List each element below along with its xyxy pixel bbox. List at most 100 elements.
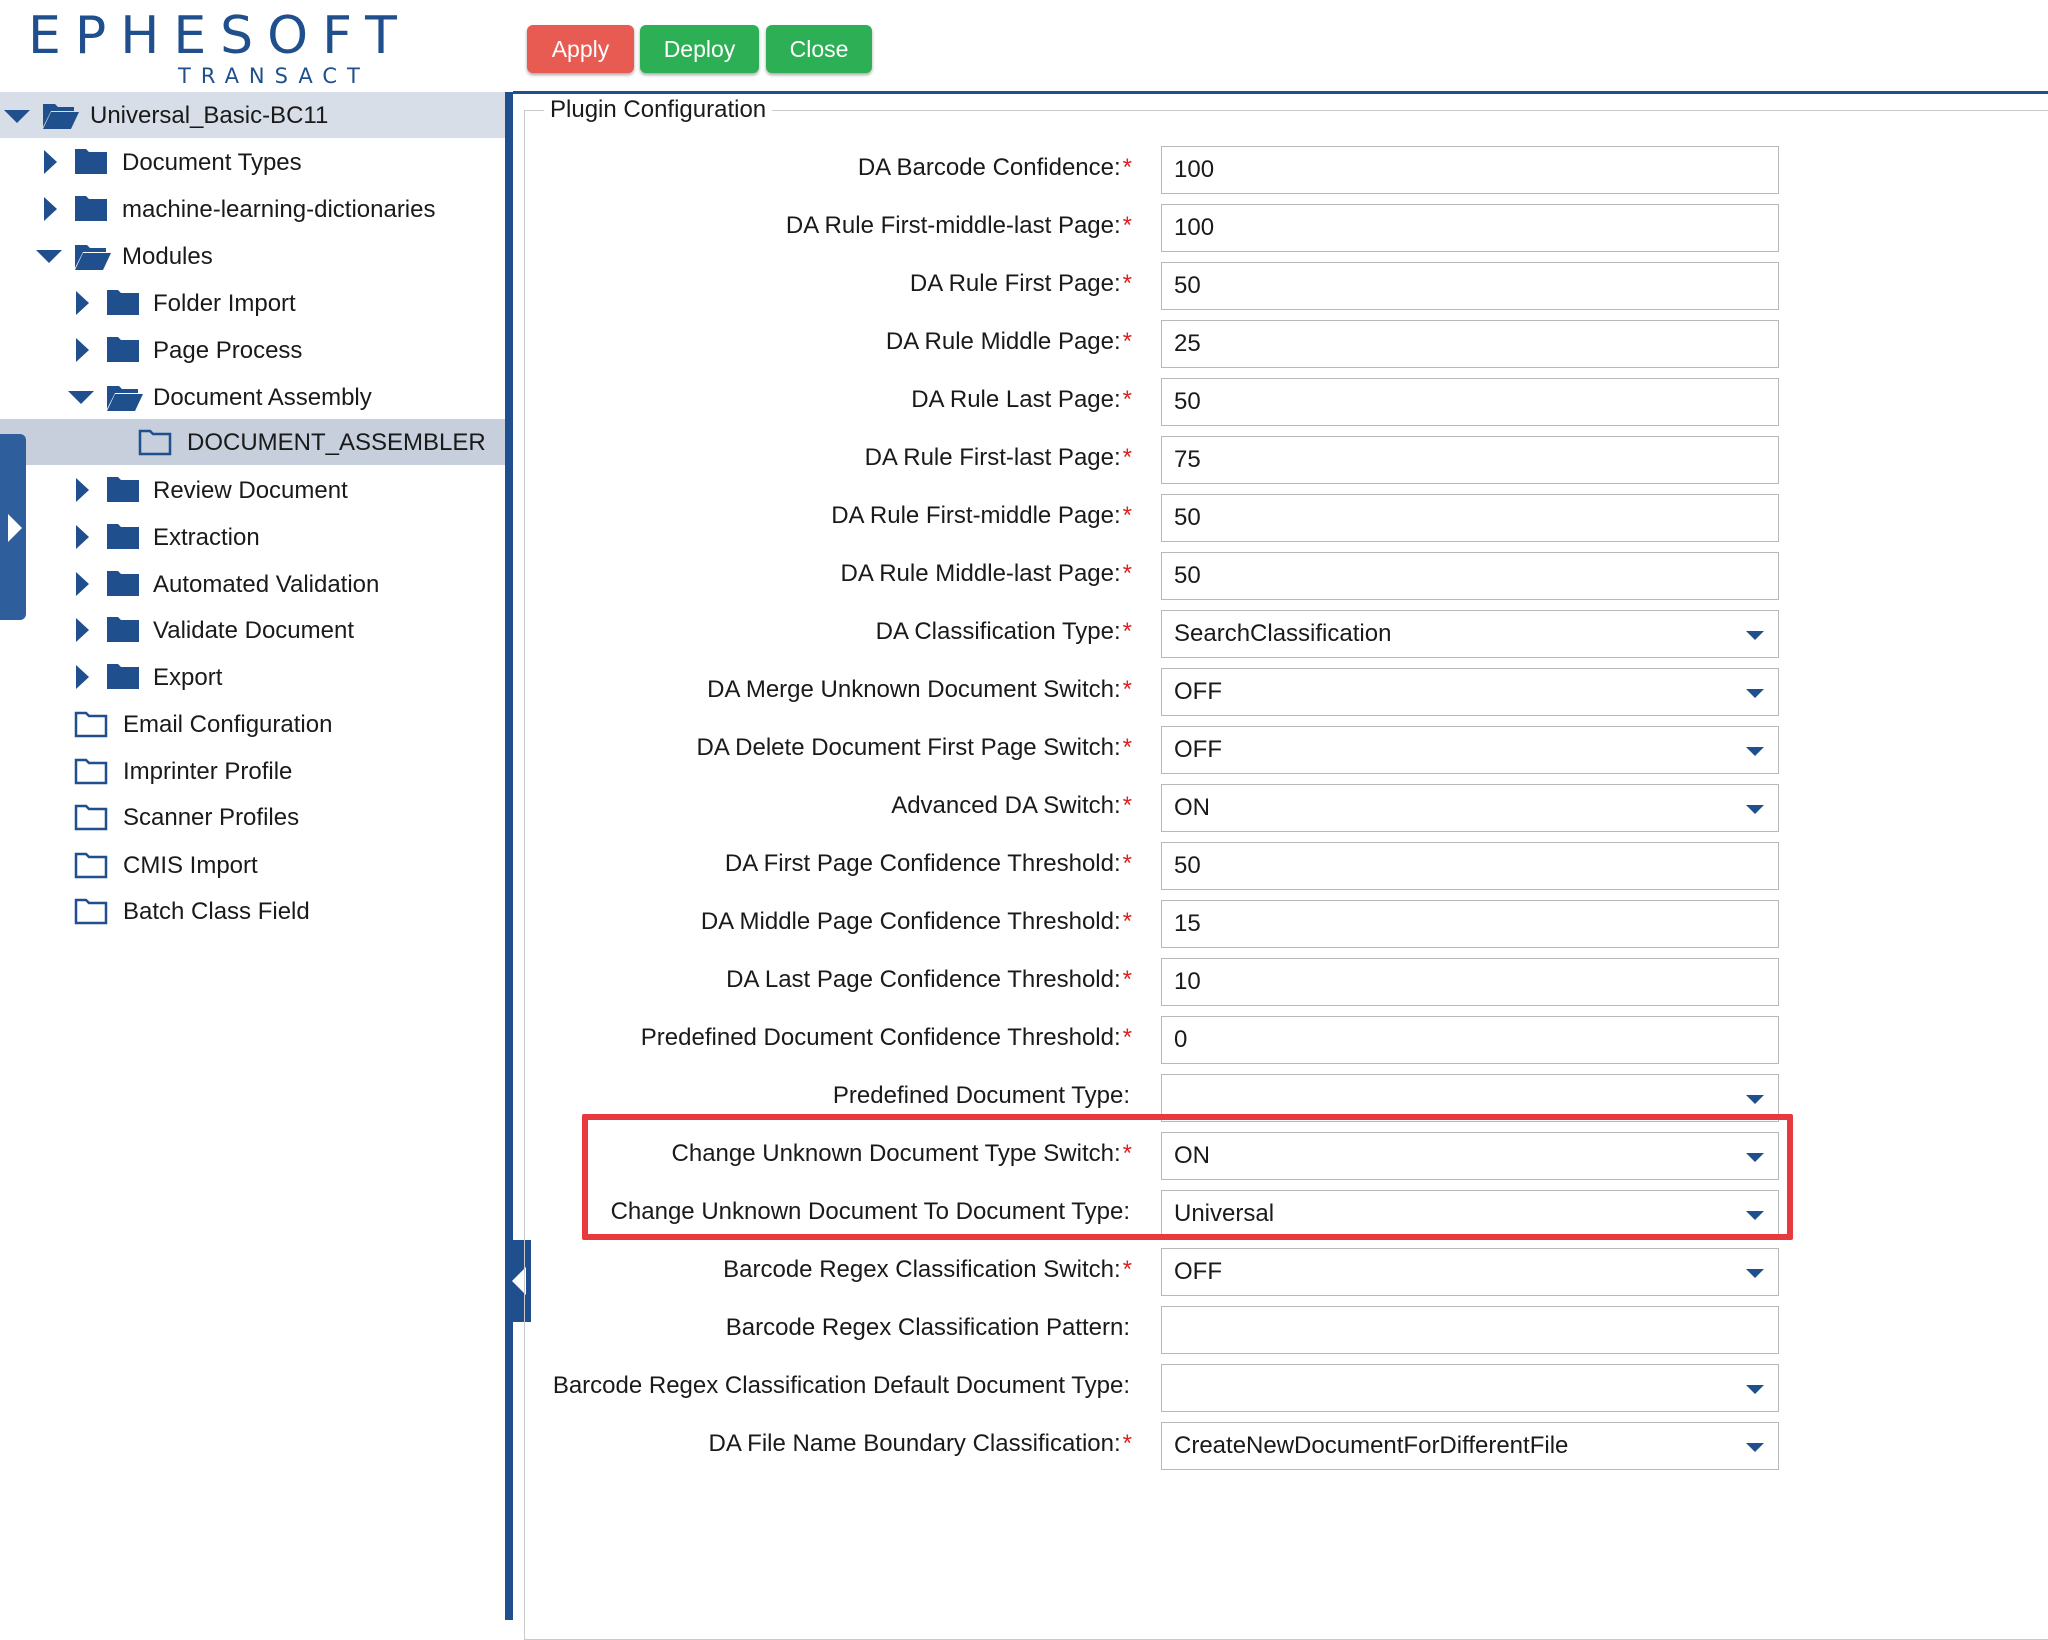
folder-open-icon bbox=[75, 245, 111, 270]
chevron-down-icon[interactable] bbox=[4, 110, 30, 123]
field-row: DA Rule Last Page:* 50 bbox=[524, 378, 1824, 428]
folder-icon bbox=[75, 196, 107, 221]
advanced-da-switch-select[interactable]: ON bbox=[1161, 784, 1779, 832]
select-value: OFF bbox=[1174, 678, 1222, 705]
da-merge-unknown-switch-select[interactable]: OFF bbox=[1161, 668, 1779, 716]
barcode-regex-pattern-input[interactable] bbox=[1161, 1306, 1779, 1354]
da-file-name-boundary-select[interactable]: CreateNewDocumentForDifferentFile bbox=[1161, 1422, 1779, 1470]
select-value: OFF bbox=[1174, 736, 1222, 763]
tree-item-label: Email Configuration bbox=[123, 711, 333, 738]
chevron-down-icon[interactable] bbox=[36, 250, 62, 263]
tree-item-label: Document Assembly bbox=[153, 384, 372, 411]
barcode-regex-default-doc-type-select[interactable] bbox=[1161, 1364, 1779, 1412]
dropdown-arrow-icon bbox=[1746, 805, 1764, 814]
tree-item-page-process[interactable]: Page Process bbox=[0, 327, 505, 373]
chevron-right-icon[interactable] bbox=[76, 618, 89, 642]
deploy-button[interactable]: Deploy bbox=[640, 25, 759, 73]
field-row: Barcode Regex Classification Switch:* OF… bbox=[524, 1248, 1824, 1298]
da-classification-type-select[interactable]: SearchClassification bbox=[1161, 610, 1779, 658]
tree-item-label: Folder Import bbox=[153, 290, 296, 317]
panel-legend: Plugin Configuration bbox=[544, 96, 773, 124]
folder-icon bbox=[107, 477, 139, 502]
tree-item-document-types[interactable]: Document Types bbox=[0, 139, 505, 185]
da-last-page-threshold-input[interactable]: 10 bbox=[1161, 958, 1779, 1006]
sidebar-splitter[interactable] bbox=[505, 92, 513, 1620]
da-first-page-threshold-input[interactable]: 50 bbox=[1161, 842, 1779, 890]
tree-item-label: Page Process bbox=[153, 337, 303, 364]
field-row: DA First Page Confidence Threshold:* 50 bbox=[524, 842, 1824, 892]
chevron-right-icon[interactable] bbox=[44, 197, 57, 221]
chevron-right-icon[interactable] bbox=[76, 338, 89, 362]
tree-item-review-document[interactable]: Review Document bbox=[0, 467, 505, 513]
tree-item-scanner-profiles[interactable]: Scanner Profiles bbox=[0, 794, 505, 840]
tree-item-batch-class-field[interactable]: Batch Class Field bbox=[0, 888, 505, 934]
folder-outline-icon bbox=[138, 429, 172, 456]
field-label: DA Middle Page Confidence Threshold:* bbox=[700, 908, 1132, 935]
batch-class-tree: Universal_Basic-BC11 Document Types mach… bbox=[0, 92, 505, 1620]
tree-item-label: Extraction bbox=[153, 524, 260, 551]
barcode-regex-switch-select[interactable]: OFF bbox=[1161, 1248, 1779, 1296]
tree-item-validate-document[interactable]: Validate Document bbox=[0, 607, 505, 653]
tree-item-modules[interactable]: Modules bbox=[0, 233, 505, 279]
chevron-right-icon[interactable] bbox=[76, 665, 89, 689]
field-label: Barcode Regex Classification Default Doc… bbox=[552, 1372, 1130, 1399]
folder-icon bbox=[75, 149, 107, 174]
tree-item-export[interactable]: Export bbox=[0, 654, 505, 700]
ephesoft-logo: EPHESOFT TRANSACT bbox=[28, 6, 397, 88]
close-button[interactable]: Close bbox=[766, 25, 872, 73]
da-rule-first-middle-input[interactable]: 50 bbox=[1161, 494, 1779, 542]
folder-outline-icon bbox=[74, 898, 108, 925]
tree-item-cmis-import[interactable]: CMIS Import bbox=[0, 842, 505, 888]
tree-item-ml-dictionaries[interactable]: machine-learning-dictionaries bbox=[0, 186, 505, 232]
da-rule-middle-page-input[interactable]: 25 bbox=[1161, 320, 1779, 368]
field-row: DA File Name Boundary Classification:* C… bbox=[524, 1422, 1824, 1472]
field-label: DA Rule First Page:* bbox=[909, 270, 1132, 297]
tree-item-label: Document Types bbox=[122, 149, 302, 176]
chevron-right-icon[interactable] bbox=[76, 572, 89, 596]
folder-icon bbox=[107, 617, 139, 642]
field-label: Predefined Document Confidence Threshold… bbox=[640, 1024, 1132, 1051]
tree-item-document-assembler[interactable]: DOCUMENT_ASSEMBLER bbox=[0, 419, 505, 465]
tree-root[interactable]: Universal_Basic-BC11 bbox=[0, 92, 505, 138]
tree-item-folder-import[interactable]: Folder Import bbox=[0, 280, 505, 326]
folder-icon bbox=[107, 337, 139, 362]
chevron-right-icon[interactable] bbox=[76, 478, 89, 502]
field-label: Barcode Regex Classification Switch:* bbox=[723, 1256, 1132, 1283]
dropdown-arrow-icon bbox=[1746, 1269, 1764, 1278]
field-label: DA Rule First-last Page:* bbox=[864, 444, 1132, 471]
tree-item-extraction[interactable]: Extraction bbox=[0, 514, 505, 560]
da-rule-first-page-input[interactable]: 50 bbox=[1161, 262, 1779, 310]
tree-item-automated-validation[interactable]: Automated Validation bbox=[0, 561, 505, 607]
field-row: DA Delete Document First Page Switch:* O… bbox=[524, 726, 1824, 776]
field-label: DA File Name Boundary Classification:* bbox=[708, 1430, 1132, 1457]
folder-icon bbox=[107, 290, 139, 315]
expand-sidebar-tab[interactable] bbox=[0, 434, 26, 620]
da-middle-page-threshold-input[interactable]: 15 bbox=[1161, 900, 1779, 948]
chevron-right-icon[interactable] bbox=[44, 150, 57, 174]
tree-item-imprinter-profile[interactable]: Imprinter Profile bbox=[0, 748, 505, 794]
select-value: CreateNewDocumentForDifferentFile bbox=[1174, 1432, 1569, 1459]
da-delete-first-page-switch-select[interactable]: OFF bbox=[1161, 726, 1779, 774]
field-row: Barcode Regex Classification Default Doc… bbox=[524, 1364, 1824, 1414]
da-rule-first-middle-last-input[interactable]: 100 bbox=[1161, 204, 1779, 252]
field-row: Predefined Document Confidence Threshold… bbox=[524, 1016, 1824, 1066]
field-label: DA Merge Unknown Document Switch:* bbox=[707, 676, 1132, 703]
predefined-doc-threshold-input[interactable]: 0 bbox=[1161, 1016, 1779, 1064]
tree-item-label: Batch Class Field bbox=[123, 898, 310, 925]
tree-root-label: Universal_Basic-BC11 bbox=[90, 102, 329, 129]
folder-icon bbox=[107, 664, 139, 689]
tree-item-email-configuration[interactable]: Email Configuration bbox=[0, 701, 505, 747]
field-row: DA Rule First-last Page:* 75 bbox=[524, 436, 1824, 486]
chevron-right-icon[interactable] bbox=[76, 291, 89, 315]
da-rule-last-page-input[interactable]: 50 bbox=[1161, 378, 1779, 426]
field-label: Predefined Document Type: bbox=[832, 1082, 1130, 1109]
field-row: Advanced DA Switch:* ON bbox=[524, 784, 1824, 834]
da-rule-middle-last-input[interactable]: 50 bbox=[1161, 552, 1779, 600]
chevron-right-icon[interactable] bbox=[76, 525, 89, 549]
chevron-down-icon[interactable] bbox=[68, 391, 94, 404]
tree-item-label: Imprinter Profile bbox=[123, 758, 293, 785]
da-barcode-confidence-input[interactable]: 100 bbox=[1161, 146, 1779, 194]
tree-item-document-assembly[interactable]: Document Assembly bbox=[0, 374, 505, 420]
apply-button[interactable]: Apply bbox=[527, 25, 634, 73]
da-rule-first-last-input[interactable]: 75 bbox=[1161, 436, 1779, 484]
